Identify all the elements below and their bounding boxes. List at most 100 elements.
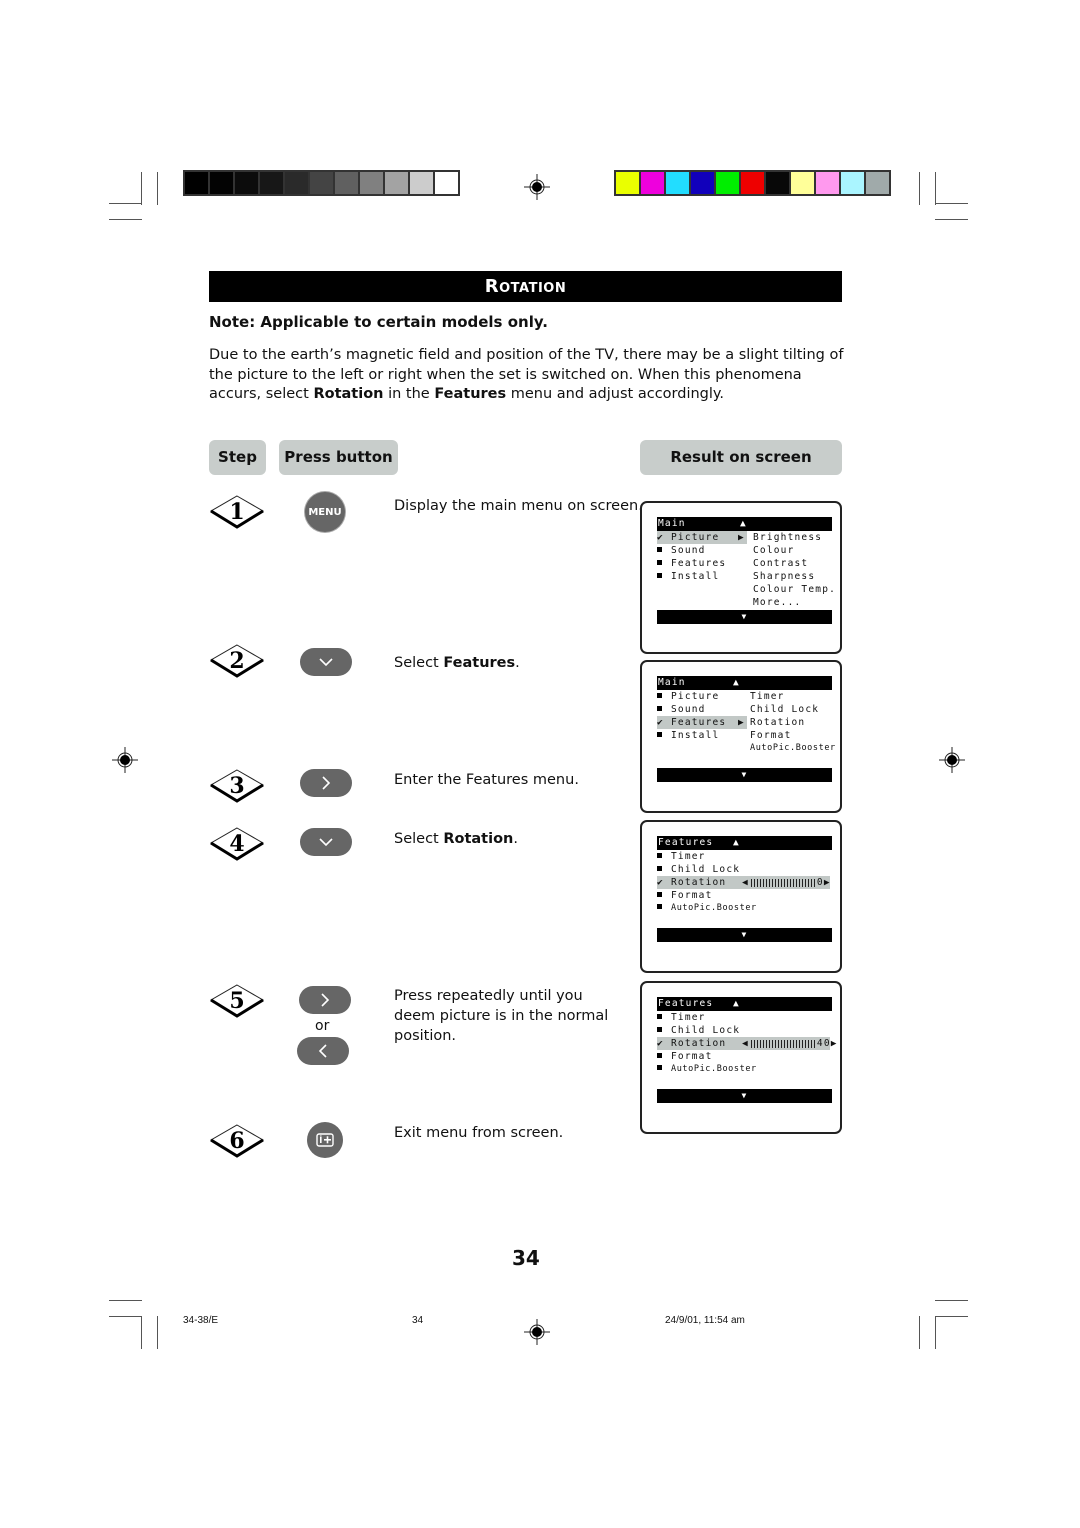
osd-item-label: Format (671, 1051, 713, 1062)
desc-text: . (513, 831, 518, 847)
cursor-down-icon (319, 658, 333, 667)
color-swatch (310, 172, 333, 194)
crop-mark (109, 219, 142, 220)
crop-mark (919, 1316, 920, 1349)
bullet-icon (657, 1065, 662, 1070)
step-number-diamond: 1 (209, 495, 265, 529)
osd-screen-1: Main ▲ ✔ Picture ▶ Sound Features Install Bright… (640, 501, 842, 654)
bullet-icon (657, 1053, 662, 1058)
or-label: or (315, 1018, 330, 1034)
intro-text: in the (383, 386, 435, 402)
osd-submenu-item: Format (750, 730, 792, 741)
page-number: 34 (512, 1246, 540, 1270)
desc-text: Press repeatedly until you deem picture … (394, 988, 609, 1044)
cursor-right-button[interactable] (300, 769, 352, 797)
crop-mark (935, 203, 968, 204)
osd-screen-2: Main ▲ Picture Sound ✔ Features ▶ Install Timer C… (640, 660, 842, 813)
osd-title: Main (658, 518, 686, 529)
bullet-icon (657, 573, 662, 578)
osd-menu-item: Child Lock (657, 1024, 740, 1037)
crop-mark (935, 219, 968, 220)
osd-item-label: AutoPic.Booster (671, 1064, 757, 1074)
footer-page: 34 (412, 1315, 424, 1326)
osd-submenu-item: Child Lock (750, 704, 820, 715)
desc-text: Exit menu from screen. (394, 1125, 564, 1141)
check-icon: ✔ (657, 717, 664, 728)
step-2-description: Select Features. (394, 653, 520, 673)
osd-item-label: Timer (671, 851, 706, 862)
cursor-down-button[interactable] (300, 648, 352, 676)
crop-mark (157, 172, 158, 205)
crop-mark (935, 172, 936, 205)
bullet-icon (657, 706, 662, 711)
down-arrow-icon: ▼ (657, 1089, 832, 1103)
registration-mark-icon (524, 174, 550, 200)
color-swatch (666, 172, 689, 194)
color-swatch (741, 172, 764, 194)
intro-paragraph: Due to the earth’s magnetic field and po… (209, 346, 849, 405)
submenu-arrow-icon: ▶ (738, 717, 745, 728)
cursor-left-button[interactable] (297, 1037, 349, 1065)
color-swatch (435, 172, 458, 194)
osd-title-bar: Main ▲ (657, 676, 832, 690)
cursor-left-icon (318, 1044, 327, 1058)
down-arrow-icon: ▼ (657, 928, 832, 942)
osd-menu-item: Timer (657, 1011, 706, 1024)
osd-submenu-item: More... (753, 597, 802, 608)
check-icon: ✔ (657, 532, 664, 543)
menu-button-label: MENU (308, 506, 342, 518)
crop-mark (109, 203, 142, 204)
step-number: 5 (229, 988, 244, 1014)
down-arrow-icon: ▼ (657, 610, 832, 624)
note: Note: Applicable to certain models only. (209, 313, 548, 331)
desc-bold: Rotation (443, 831, 514, 847)
color-swatch (260, 172, 283, 194)
crop-mark (935, 1316, 968, 1317)
menu-button[interactable]: MENU (305, 492, 345, 532)
color-swatch (385, 172, 408, 194)
desc-bold: Features (443, 655, 516, 671)
osd-menu-item: Sound (657, 544, 706, 557)
cursor-right-icon (322, 776, 331, 790)
osd-menu-item: ✔ Rotation ◀ 0 ▶ (657, 876, 830, 889)
osd-submenu-item: Contrast (753, 558, 809, 569)
up-arrow-icon: ▲ (733, 677, 740, 688)
osd-info-button[interactable] (307, 1122, 343, 1158)
osd-submenu-item: Rotation (750, 717, 806, 728)
color-swatch (335, 172, 358, 194)
header-step: Step (209, 440, 266, 475)
bullet-icon (657, 693, 662, 698)
color-swatch (691, 172, 714, 194)
color-swatch (235, 172, 258, 194)
osd-menu-item: AutoPic.Booster (657, 1063, 757, 1076)
color-swatch (410, 172, 433, 194)
cursor-right-button[interactable] (299, 986, 351, 1014)
osd-title: Main (658, 677, 686, 688)
cursor-down-icon (319, 838, 333, 847)
osd-menu-item: Features (657, 557, 726, 570)
cursor-down-button[interactable] (300, 828, 352, 856)
osd-menu-item: ✔ Features ▶ (657, 716, 747, 729)
crop-mark (935, 1316, 936, 1349)
color-swatch (641, 172, 664, 194)
down-arrow-icon: ▼ (657, 768, 832, 782)
osd-title: Features (658, 998, 714, 1009)
color-swatch (616, 172, 639, 194)
footer-code: 34-38/E (183, 1315, 219, 1326)
desc-text: Select (394, 831, 444, 847)
up-arrow-icon: ▲ (733, 837, 740, 848)
submenu-arrow-icon: ▶ (738, 532, 745, 543)
color-swatch (210, 172, 233, 194)
osd-item-label: Install (671, 571, 720, 582)
desc-text: . (515, 655, 520, 671)
header-press-button: Press button (279, 440, 398, 475)
osd-title-bar: Features ▲ (657, 997, 832, 1011)
slider-value: 40 (816, 1038, 831, 1049)
desc-text: Select (394, 655, 444, 671)
osd-item-label: Child Lock (671, 864, 741, 875)
crop-mark (141, 1316, 142, 1349)
osd-item-label: Features (671, 717, 727, 728)
grayscale-calibration-bar (183, 170, 460, 196)
section-title: Rotation (209, 271, 842, 302)
crop-mark (935, 1300, 968, 1301)
